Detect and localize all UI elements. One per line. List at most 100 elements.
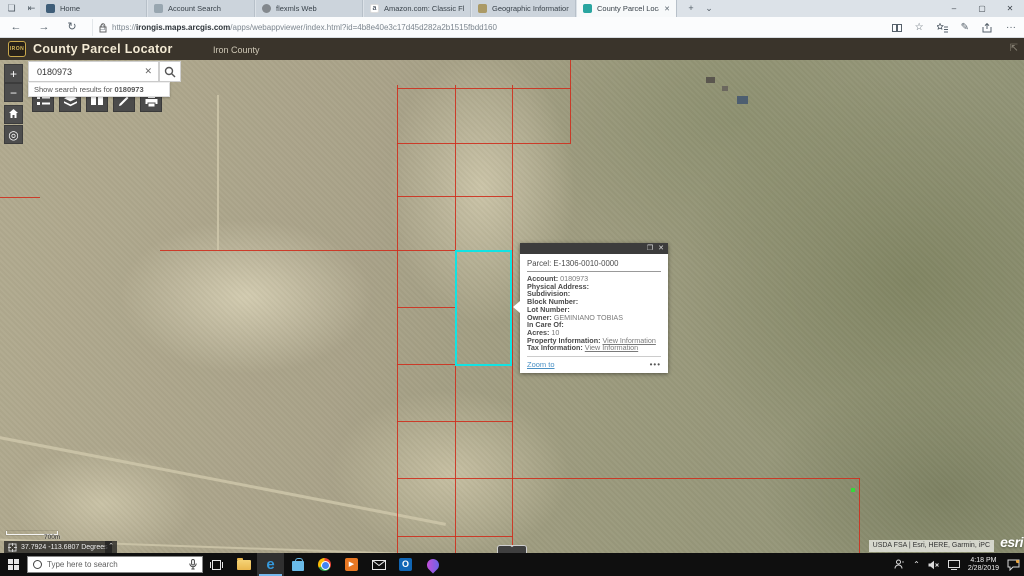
browser-tab-flexmls[interactable]: flexmls Web (256, 0, 363, 17)
tab-favicon (154, 4, 163, 13)
tab-close-icon[interactable]: ✕ (664, 5, 670, 13)
house-icon (8, 108, 19, 119)
edge-browser-button[interactable]: e (257, 553, 284, 576)
back-icon[interactable]: ← (8, 20, 24, 35)
parcel-line (397, 85, 398, 553)
paint3d-button[interactable] (419, 553, 446, 576)
taskbar-search-box[interactable]: Type here to search (27, 556, 203, 573)
popup-body: Parcel: E-1306-0010-0000 Account: 018097… (520, 254, 668, 369)
parcel-info-popup: ❐ ✕ Parcel: E-1306-0010-0000 Account: 01… (520, 243, 668, 373)
dirt-road (0, 433, 446, 526)
microphone-icon[interactable] (189, 559, 197, 570)
coordinate-widget-chevron-icon[interactable]: ⌃ (105, 541, 117, 553)
outlook-button[interactable]: O (392, 553, 419, 576)
chrome-button[interactable] (311, 553, 338, 576)
windows-taskbar: Type here to search e ▶ O x ⌃ 4:18 PM 2/… (0, 553, 1024, 576)
tray-hidden-icons-chevron[interactable]: ⌃ (913, 560, 920, 569)
coordinate-widget: 37.7924 -113.6807 Degrees (4, 541, 112, 553)
share-icon[interactable] (982, 23, 993, 33)
browser-tab-county-parcel-locator[interactable]: County Parcel Locator ✕ (577, 0, 677, 17)
browser-tab-gis[interactable]: Geographic Information Sys (472, 0, 576, 17)
iron-county-logo: IRON (8, 41, 26, 57)
microsoft-store-button[interactable] (284, 553, 311, 576)
default-extent-home-button[interactable] (4, 105, 23, 124)
tab-favicon: a (370, 4, 379, 13)
parcel-line (397, 478, 860, 479)
popup-footer: Zoom to ••• (527, 356, 661, 369)
survey-marker (851, 488, 855, 492)
task-view-button[interactable] (203, 553, 230, 576)
attribute-table-open-tab[interactable]: ⌃ (497, 545, 527, 553)
tab-favicon (46, 4, 55, 13)
clear-search-icon[interactable]: ✕ (144, 66, 158, 77)
people-icon[interactable]: x (894, 559, 905, 570)
search-suggestion-item[interactable]: Show search results for 0180973 (28, 82, 170, 97)
url-field[interactable]: https://irongis.maps.arcgis.com/apps/web… (92, 19, 887, 36)
browser-tab-account-search[interactable]: Account Search (148, 0, 255, 17)
new-tab-button[interactable]: + (684, 2, 698, 15)
browser-tab-home[interactable]: Home (40, 0, 147, 17)
task-view-icon (210, 559, 223, 571)
parcel-search-box[interactable]: ✕ (28, 61, 159, 82)
window-close-button[interactable]: ✕ (996, 0, 1024, 17)
window-minimize-button[interactable]: – (940, 0, 968, 17)
network-icon[interactable] (948, 560, 960, 570)
mail-button[interactable] (365, 553, 392, 576)
reading-view-icon[interactable] (892, 23, 902, 33)
parcel-line (455, 366, 456, 553)
parcel-line (0, 197, 40, 198)
selected-parcel-outline[interactable] (455, 250, 512, 366)
zoom-out-button[interactable]: − (4, 83, 23, 102)
tabs-restore-icon[interactable]: ⇤ (25, 2, 38, 15)
popup-title: Parcel: E-1306-0010-0000 (527, 257, 661, 272)
my-location-button[interactable]: ◎ (4, 125, 23, 144)
chrome-icon (318, 558, 331, 571)
start-button[interactable] (0, 553, 27, 576)
tray-date: 2/28/2019 (968, 565, 999, 573)
crosshair-icon[interactable] (8, 543, 17, 552)
search-submit-button[interactable] (159, 61, 181, 82)
popup-more-actions-icon[interactable]: ••• (650, 362, 661, 367)
zoom-to-link[interactable]: Zoom to (527, 360, 555, 369)
lock-icon (99, 23, 107, 33)
cortana-icon (33, 560, 42, 569)
parcel-search-input[interactable] (29, 67, 129, 77)
favorite-star-icon[interactable]: ☆ (915, 22, 924, 33)
tax-information-link[interactable]: View Information (585, 343, 638, 352)
tabs-set-aside-icon[interactable]: ❏ (5, 2, 18, 15)
forward-icon[interactable]: → (36, 20, 52, 35)
browser-tab-amazon[interactable]: a Amazon.com: Classic Flame (364, 0, 471, 17)
map-canvas[interactable]: + − ◎ ✕ Show search results for 01 (0, 60, 1024, 553)
address-bar-actions: ☆ ✎ ··· (892, 19, 1016, 36)
popup-field-tax-information: Tax Information: View Information (527, 344, 661, 352)
window-maximize-button[interactable]: ▢ (968, 0, 996, 17)
browser-address-bar: ← → ↻ ⌂ https://irongis.maps.arcgis.com/… (0, 17, 1024, 38)
tab-preview-chevron-icon[interactable]: ⌄ (702, 2, 716, 15)
screen: ❏ ⇤ Home Account Search flexmls Web a Am… (0, 0, 1024, 576)
edge-icon: e (266, 557, 274, 572)
popup-header: ❐ ✕ (520, 243, 668, 254)
zoom-in-button[interactable]: + (4, 64, 23, 83)
settings-more-icon[interactable]: ··· (1006, 22, 1016, 33)
url-text: https://irongis.maps.arcgis.com/apps/web… (112, 23, 497, 32)
refresh-icon[interactable]: ↻ (64, 20, 80, 35)
tab-label: Account Search (168, 4, 221, 13)
popup-maximize-icon[interactable]: ❐ (647, 243, 653, 254)
taskbar-clock[interactable]: 4:18 PM 2/28/2019 (968, 557, 999, 573)
building (737, 96, 748, 104)
header-cursor-icon: ⇱ (1010, 43, 1018, 54)
play-icon: ▶ (345, 558, 358, 571)
file-explorer-button[interactable] (230, 553, 257, 576)
add-notes-pen-icon[interactable]: ✎ (961, 22, 969, 33)
tab-favicon (478, 4, 487, 13)
parcel-line (455, 85, 456, 250)
movies-tv-button[interactable]: ▶ (338, 553, 365, 576)
hub-favorites-icon[interactable] (937, 23, 948, 33)
app-region-label: Iron County (213, 45, 260, 55)
tab-label: County Parcel Locator (597, 4, 659, 13)
tab-label: Amazon.com: Classic Flame (384, 4, 464, 13)
popup-close-icon[interactable]: ✕ (658, 243, 664, 254)
action-center-icon[interactable] (1007, 559, 1020, 571)
app-header: IRON County Parcel Locator Iron County ⇱ (0, 38, 1024, 60)
volume-muted-icon[interactable] (928, 560, 940, 570)
